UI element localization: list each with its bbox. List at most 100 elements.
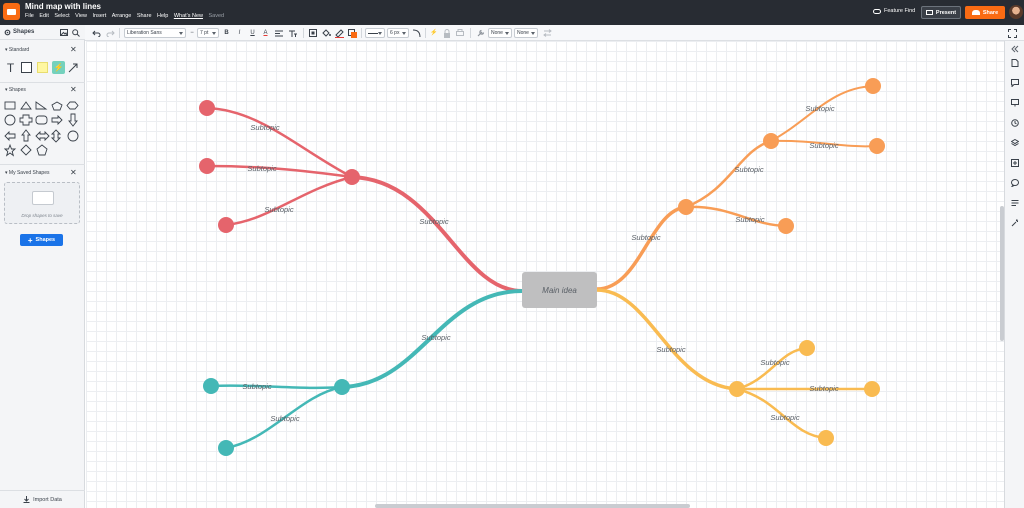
fill-icon[interactable] — [321, 28, 331, 38]
menu-help[interactable]: Help — [157, 13, 168, 19]
search-icon[interactable] — [72, 29, 80, 37]
shape-options-icon[interactable] — [308, 28, 318, 38]
import-data-button[interactable]: Import Data — [0, 490, 85, 508]
horizontal-scrollbar[interactable] — [375, 504, 690, 508]
close-standard-icon[interactable]: ✕ — [70, 46, 77, 54]
topic-node-orange[interactable] — [763, 133, 779, 149]
text-options-icon[interactable] — [288, 28, 298, 38]
present-button[interactable]: Present — [921, 6, 961, 19]
topic-node-red[interactable] — [199, 158, 215, 174]
line-icon[interactable] — [67, 62, 78, 73]
branch-line-red[interactable] — [224, 175, 354, 227]
topic-node-teal[interactable] — [203, 378, 219, 394]
chat-icon[interactable] — [1011, 179, 1019, 187]
italic-button[interactable]: I — [235, 28, 244, 38]
avatar[interactable] — [1009, 5, 1023, 19]
mind-map[interactable]: Main idea Subtopic Subtopic Subtopic Sub… — [86, 41, 1004, 508]
close-saved-icon[interactable]: ✕ — [70, 169, 77, 177]
history-icon[interactable] — [1011, 119, 1019, 127]
topic-node-yellow[interactable] — [818, 430, 834, 446]
topic-node-yellow[interactable] — [864, 381, 880, 397]
shapes-gear-icon[interactable] — [4, 29, 11, 36]
data-icon[interactable] — [1011, 159, 1019, 167]
print-icon[interactable] — [455, 28, 465, 38]
menu-edit[interactable]: Edit — [39, 13, 48, 19]
shape-library-grid[interactable] — [4, 101, 80, 157]
subtopic-label[interactable]: Subtopic — [760, 358, 789, 367]
topic-node-red[interactable] — [344, 169, 360, 185]
topic-node-red[interactable] — [199, 100, 215, 116]
topic-node-teal[interactable] — [218, 440, 234, 456]
topic-node-yellow[interactable] — [729, 381, 745, 397]
line-color-icon[interactable] — [334, 28, 344, 38]
line-curve-icon[interactable] — [411, 28, 421, 38]
text-color-button[interactable]: A — [261, 28, 270, 38]
topic-node-orange[interactable] — [778, 218, 794, 234]
saved-shapes-drop-zone[interactable]: Drop shapes to save — [4, 182, 80, 224]
note-icon[interactable] — [37, 62, 48, 73]
subtopic-label[interactable]: Subtopic — [735, 215, 764, 224]
wrench-icon[interactable] — [476, 28, 486, 38]
line-width-dropdown[interactable]: 6 px — [387, 28, 409, 38]
comment-icon[interactable] — [1011, 79, 1019, 87]
subtopic-label[interactable]: Subtopic — [247, 164, 276, 173]
subtopic-label[interactable]: Subtopic — [805, 104, 834, 113]
branch-line-red[interactable] — [205, 164, 354, 179]
topic-node-orange[interactable] — [869, 138, 885, 154]
arrow-start-dropdown[interactable]: None — [488, 28, 512, 38]
redo-icon[interactable] — [105, 28, 115, 38]
subtopic-label[interactable]: Subtopic — [419, 217, 448, 226]
branch-line-yellow-main[interactable] — [595, 288, 739, 391]
subtopic-label[interactable]: Subtopic — [770, 413, 799, 422]
collapse-icon[interactable] — [1011, 45, 1019, 53]
layers-icon[interactable] — [1011, 139, 1019, 147]
subtopic-label[interactable]: Subtopic — [250, 123, 279, 132]
decrease-font-button[interactable]: − — [189, 28, 195, 38]
branch-line-yellow[interactable] — [735, 346, 809, 391]
topic-node-orange[interactable] — [865, 78, 881, 94]
flash-icon[interactable]: ⚡ — [429, 28, 439, 38]
section-my-saved-shapes[interactable]: ▾ My Saved Shapes — [5, 170, 50, 176]
subtopic-label[interactable]: Subtopic — [264, 205, 293, 214]
close-shapes-icon[interactable]: ✕ — [70, 86, 77, 94]
branch-line-orange-main[interactable] — [595, 205, 688, 291]
menu-select[interactable]: Select — [54, 13, 69, 19]
subtopic-label[interactable]: Subtopic — [242, 382, 271, 391]
present-icon[interactable] — [1011, 99, 1019, 107]
underline-button[interactable]: U — [248, 28, 257, 38]
swap-arrows-icon[interactable] — [542, 28, 552, 38]
line-style-dropdown[interactable] — [365, 28, 385, 38]
fullscreen-icon[interactable] — [1006, 28, 1018, 38]
rectangle-icon[interactable] — [21, 62, 32, 73]
menu-arrange[interactable]: Arrange — [112, 13, 132, 19]
main-idea-label[interactable]: Main idea — [542, 286, 577, 295]
magic-icon[interactable] — [1011, 219, 1019, 227]
topic-node-teal[interactable] — [334, 379, 350, 395]
section-standard[interactable]: ▾ Standard — [5, 47, 29, 53]
branch-line-orange[interactable] — [770, 85, 874, 142]
topic-node-orange[interactable] — [678, 199, 694, 215]
font-size-dropdown[interactable]: 7 pt — [197, 28, 219, 38]
app-logo-icon[interactable] — [3, 3, 20, 20]
image-icon[interactable] — [60, 29, 68, 36]
add-shapes-button[interactable]: + Shapes — [20, 234, 63, 246]
subtopic-label[interactable]: Subtopic — [734, 165, 763, 174]
section-shapes[interactable]: ▾ Shapes — [5, 87, 26, 93]
feature-find-button[interactable]: Feature Find — [873, 8, 915, 14]
menu-file[interactable]: File — [25, 13, 34, 19]
diagram-canvas[interactable]: Main idea Subtopic Subtopic Subtopic Sub… — [86, 41, 1004, 508]
arrow-end-dropdown[interactable]: None — [514, 28, 538, 38]
undo-icon[interactable] — [91, 28, 101, 38]
menu-whats-new[interactable]: What's New — [174, 13, 203, 19]
subtopic-label[interactable]: Subtopic — [809, 141, 838, 150]
style-icon[interactable] — [347, 28, 357, 38]
align-left-icon[interactable] — [274, 28, 284, 38]
text-icon[interactable]: T — [5, 61, 16, 75]
topic-node-yellow[interactable] — [799, 340, 815, 356]
subtopic-label[interactable]: Subtopic — [270, 414, 299, 423]
topic-node-red[interactable] — [218, 217, 234, 233]
share-button[interactable]: Share — [965, 6, 1005, 19]
branch-line-orange[interactable] — [684, 139, 773, 209]
page-icon[interactable] — [1011, 59, 1019, 67]
subtopic-label[interactable]: Subtopic — [631, 233, 660, 242]
